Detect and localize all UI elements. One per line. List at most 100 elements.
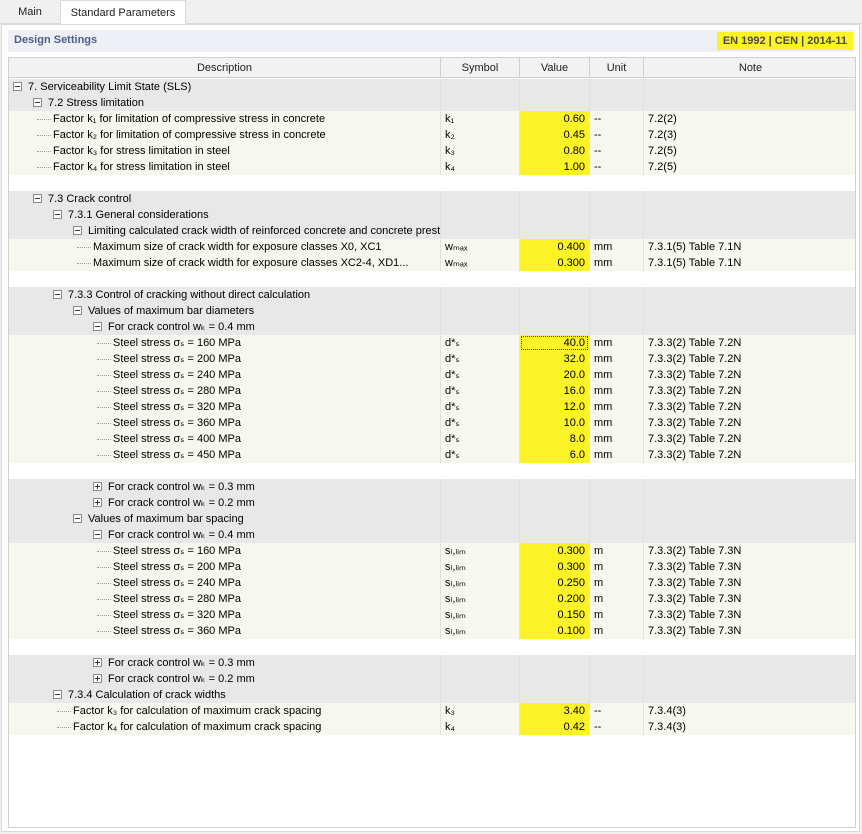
tab-main[interactable]: Main: [0, 0, 60, 24]
value-input[interactable]: 0.60: [520, 111, 589, 127]
table-row[interactable]: Steel stress σₛ = 280 MPad*ₛ16.0mm7.3.3(…: [9, 383, 855, 399]
table-row[interactable]: Steel stress σₛ = 200 MPad*ₛ32.0mm7.3.3(…: [9, 351, 855, 367]
expand-icon[interactable]: [93, 482, 102, 491]
tree-group-row[interactable]: For crack control wₖ = 0.4 mm: [9, 319, 855, 335]
value-input[interactable]: 3.40: [520, 703, 589, 719]
table-row[interactable]: Steel stress σₛ = 360 MPasₗ,ₗᵢₘ0.100m7.3…: [9, 623, 855, 639]
note-cell: 7.3.3(2) Table 7.2N: [644, 383, 856, 399]
table-row[interactable]: Steel stress σₛ = 450 MPad*ₛ6.0mm7.3.3(2…: [9, 447, 855, 463]
value-input[interactable]: 12.0: [520, 399, 589, 415]
tree-connector: [97, 391, 111, 392]
collapse-icon[interactable]: [33, 194, 42, 203]
column-header-unit[interactable]: Unit: [590, 58, 644, 78]
column-separator: [643, 495, 644, 511]
column-header-description[interactable]: Description: [9, 58, 441, 78]
table-row[interactable]: Steel stress σₛ = 360 MPad*ₛ10.0mm7.3.3(…: [9, 415, 855, 431]
tree-group-row[interactable]: 7.2 Stress limitation: [9, 95, 855, 111]
value-input[interactable]: 40.0: [520, 335, 589, 351]
value-input[interactable]: 0.200: [520, 591, 589, 607]
table-row[interactable]: Steel stress σₛ = 400 MPad*ₛ8.0mm7.3.3(2…: [9, 431, 855, 447]
column-header-note[interactable]: Note: [644, 58, 856, 78]
table-row[interactable]: Steel stress σₛ = 200 MPasₗ,ₗᵢₘ0.300m7.3…: [9, 559, 855, 575]
tree-group-row[interactable]: 7.3.4 Calculation of crack widths: [9, 687, 855, 703]
table-row[interactable]: Steel stress σₛ = 320 MPasₗ,ₗᵢₘ0.150m7.3…: [9, 607, 855, 623]
column-separator: [589, 671, 590, 687]
tree-group-row[interactable]: For crack control wₖ = 0.2 mm: [9, 495, 855, 511]
collapse-icon[interactable]: [73, 306, 82, 315]
table-row[interactable]: Steel stress σₛ = 160 MPad*ₛ40.0mm7.3.3(…: [9, 335, 855, 351]
collapse-icon[interactable]: [53, 290, 62, 299]
tree-group-row[interactable]: 7. Serviceability Limit State (SLS): [9, 79, 855, 95]
collapse-icon[interactable]: [93, 530, 102, 539]
value-input[interactable]: 32.0: [520, 351, 589, 367]
value-input[interactable]: 0.400: [520, 239, 589, 255]
description-cell: Steel stress σₛ = 240 MPa: [9, 575, 440, 591]
value-input[interactable]: 0.300: [520, 559, 589, 575]
tab-standard-parameters[interactable]: Standard Parameters: [60, 0, 186, 24]
table-row[interactable]: Factor k₂ for limitation of compressive …: [9, 127, 855, 143]
value-input[interactable]: 8.0: [520, 431, 589, 447]
symbol-cell: sₗ,ₗᵢₘ: [441, 591, 519, 607]
value-input[interactable]: 0.300: [520, 543, 589, 559]
value-input[interactable]: 6.0: [520, 447, 589, 463]
value-input[interactable]: 0.300: [520, 255, 589, 271]
table-row[interactable]: Steel stress σₛ = 240 MPasₗ,ₗᵢₘ0.250m7.3…: [9, 575, 855, 591]
column-separator: [440, 319, 441, 335]
note-cell: 7.3.3(2) Table 7.2N: [644, 367, 856, 383]
column-header-symbol[interactable]: Symbol: [441, 58, 520, 78]
table-row[interactable]: Factor k₃ for calculation of maximum cra…: [9, 703, 855, 719]
collapse-icon[interactable]: [33, 98, 42, 107]
column-header-value[interactable]: Value: [520, 58, 590, 78]
collapse-icon[interactable]: [13, 82, 22, 91]
expand-icon[interactable]: [93, 674, 102, 683]
note-cell: 7.3.1(5) Table 7.1N: [644, 239, 856, 255]
table-row[interactable]: Maximum size of crack width for exposure…: [9, 255, 855, 271]
column-separator: [519, 319, 520, 335]
column-separator: [519, 527, 520, 543]
expand-icon[interactable]: [93, 498, 102, 507]
tree-group-row[interactable]: 7.3 Crack control: [9, 191, 855, 207]
table-row[interactable]: Factor k₄ for calculation of maximum cra…: [9, 719, 855, 735]
tree-group-row[interactable]: Values of maximum bar diameters: [9, 303, 855, 319]
value-input[interactable]: 0.45: [520, 127, 589, 143]
value-input[interactable]: 10.0: [520, 415, 589, 431]
table-row[interactable]: Factor k₁ for limitation of compressive …: [9, 111, 855, 127]
collapse-icon[interactable]: [73, 226, 82, 235]
table-row[interactable]: Maximum size of crack width for exposure…: [9, 239, 855, 255]
table-row[interactable]: Steel stress σₛ = 320 MPad*ₛ12.0mm7.3.3(…: [9, 399, 855, 415]
value-input[interactable]: 20.0: [520, 367, 589, 383]
value-input[interactable]: 0.150: [520, 607, 589, 623]
tree-group-row[interactable]: For crack control wₖ = 0.3 mm: [9, 479, 855, 495]
tree-group-row[interactable]: For crack control wₖ = 0.2 mm: [9, 671, 855, 687]
column-separator: [643, 303, 644, 319]
value-input[interactable]: 0.42: [520, 719, 589, 735]
expand-icon[interactable]: [93, 658, 102, 667]
tree-group-row[interactable]: 7.3.3 Control of cracking without direct…: [9, 287, 855, 303]
collapse-icon[interactable]: [53, 690, 62, 699]
value-input[interactable]: 0.250: [520, 575, 589, 591]
table-row[interactable]: Steel stress σₛ = 160 MPasₗ,ₗᵢₘ0.300m7.3…: [9, 543, 855, 559]
tree-group-row[interactable]: Values of maximum bar spacing: [9, 511, 855, 527]
value-input[interactable]: 0.100: [520, 623, 589, 639]
description-cell: Steel stress σₛ = 160 MPa: [9, 543, 440, 559]
tree-group-row[interactable]: 7.3.1 General considerations: [9, 207, 855, 223]
design-settings-header: Design Settings EN 1992 | CEN | 2014-11: [8, 30, 855, 52]
value-input[interactable]: 16.0: [520, 383, 589, 399]
table-row[interactable]: Factor k₃ for stress limitation in steel…: [9, 143, 855, 159]
tree-group-row[interactable]: For crack control wₖ = 0.3 mm: [9, 655, 855, 671]
value-input[interactable]: 0.80: [520, 143, 589, 159]
note-cell: 7.3.3(2) Table 7.3N: [644, 607, 856, 623]
table-row[interactable]: Steel stress σₛ = 240 MPad*ₛ20.0mm7.3.3(…: [9, 367, 855, 383]
column-separator: [589, 191, 590, 207]
column-separator: [440, 79, 441, 95]
collapse-icon[interactable]: [73, 514, 82, 523]
column-separator: [519, 335, 520, 351]
tree-group-row[interactable]: Limiting calculated crack width of reinf…: [9, 223, 855, 239]
table-row[interactable]: Steel stress σₛ = 280 MPasₗ,ₗᵢₘ0.200m7.3…: [9, 591, 855, 607]
table-row[interactable]: Factor k₄ for stress limitation in steel…: [9, 159, 855, 175]
tree-group-row[interactable]: For crack control wₖ = 0.4 mm: [9, 527, 855, 543]
column-separator: [589, 143, 590, 159]
collapse-icon[interactable]: [53, 210, 62, 219]
value-input[interactable]: 1.00: [520, 159, 589, 175]
collapse-icon[interactable]: [93, 322, 102, 331]
